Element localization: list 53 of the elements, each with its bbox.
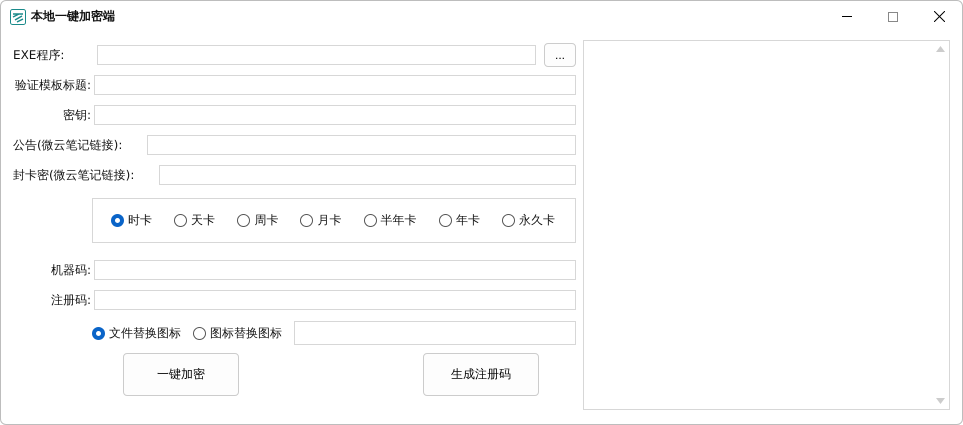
radio-option[interactable]: 图标替换图标 [193,324,282,342]
window-title: 本地一键加密端 [31,8,116,25]
radio-label: 周卡 [254,212,278,229]
input-field[interactable] [294,321,576,345]
radio-option[interactable]: 年卡 [438,212,480,229]
field-label: 密钥: [62,106,91,124]
radio-button[interactable] [174,214,188,227]
input-field[interactable] [94,105,576,125]
app-icon [10,8,26,24]
input-field[interactable] [147,135,576,155]
output-text-area[interactable] [583,40,950,410]
radio-label: 永久卡 [518,212,555,229]
field-label: EXE程序: [12,46,66,64]
input-field[interactable] [97,45,536,65]
radio-button[interactable] [438,214,452,227]
radio-button[interactable] [193,326,206,340]
field-label: 注册码: [50,292,91,308]
radio-button[interactable] [92,326,105,340]
scroll-up-icon[interactable] [936,46,945,52]
input-field[interactable] [94,260,576,280]
radio-option[interactable]: 月卡 [300,212,342,229]
radio-label: 半年卡 [380,212,417,229]
radio-label: 天卡 [191,212,216,229]
action-button[interactable]: 生成注册码 [423,353,539,396]
radio-option[interactable]: 周卡 [237,212,278,229]
scroll-down-icon[interactable] [936,398,945,404]
radio-label: 文件替换图标 [109,324,181,342]
field-label: 公告(微云笔记链接): [12,136,122,154]
radio-button[interactable] [364,214,377,227]
maximize-icon[interactable] [888,12,898,22]
radio-option[interactable]: 天卡 [174,212,216,229]
browse-button[interactable]: ... [544,43,576,67]
radio-button[interactable] [300,214,314,227]
radio-option[interactable]: 文件替换图标 [92,324,181,342]
input-field[interactable] [94,75,576,95]
radio-option[interactable]: 半年卡 [364,212,417,229]
radio-label: 时卡 [128,212,152,229]
minimize-icon[interactable] [842,16,852,17]
input-field[interactable] [94,290,576,310]
close-icon[interactable] [934,11,944,22]
radio-option[interactable]: 永久卡 [502,212,555,229]
input-field[interactable] [159,165,576,185]
radio-option[interactable]: 时卡 [111,212,152,229]
radio-label: 月卡 [317,212,342,229]
radio-label: 年卡 [456,212,480,229]
field-label: 验证模板标题: [14,76,91,94]
radio-label: 图标替换图标 [210,324,282,342]
radio-button[interactable] [111,214,124,227]
field-label: 机器码: [50,262,91,278]
field-label: 封卡密(微云笔记链接): [12,166,134,184]
action-button[interactable]: 一键加密 [123,353,239,396]
radio-button[interactable] [502,214,515,227]
radio-button[interactable] [237,214,250,227]
